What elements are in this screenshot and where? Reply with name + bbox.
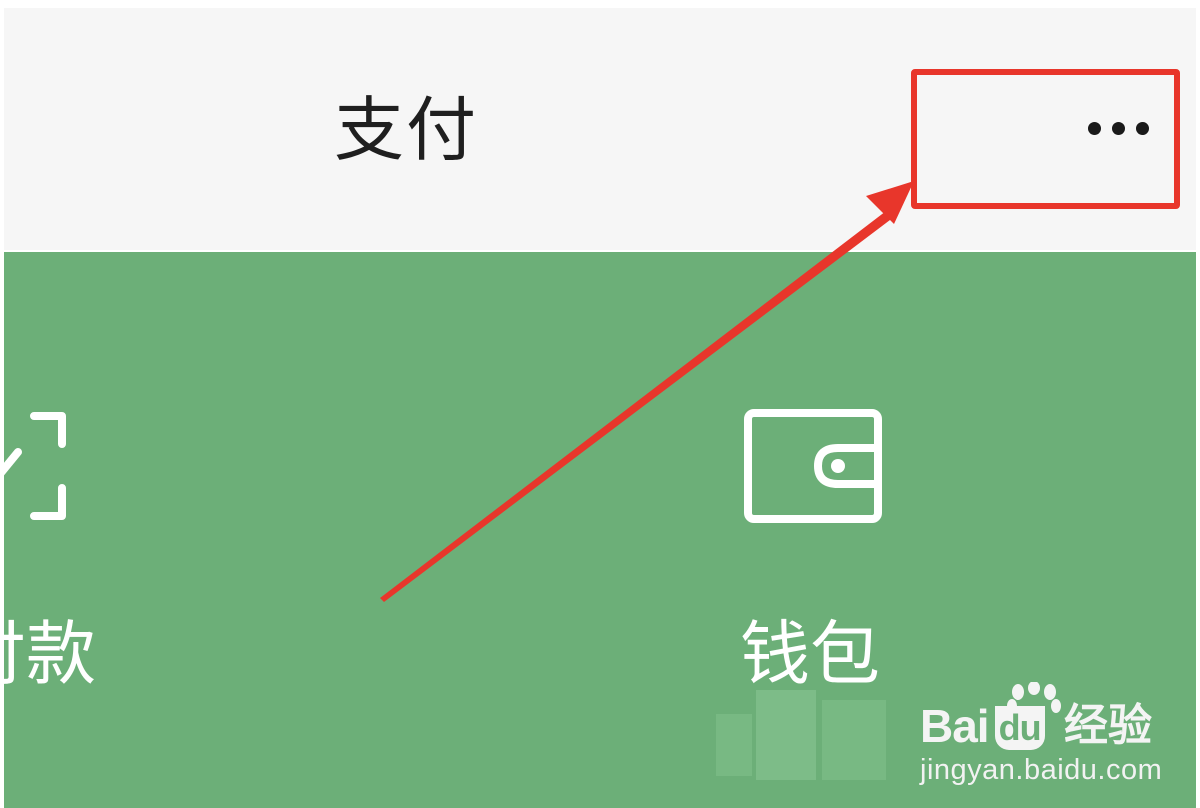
annotation-highlight-box (911, 69, 1180, 209)
watermark-url: jingyan.baidu.com (920, 754, 1163, 786)
watermark-brand: Bai du (920, 698, 1045, 754)
scan-frame-icon[interactable] (0, 408, 80, 524)
watermark-brand-du: du (994, 706, 1045, 750)
blurred-region (716, 690, 886, 780)
watermark-product: 经验 (1064, 700, 1152, 751)
wallet-label: 钱包 (740, 613, 880, 695)
watermark-brand-bai: Bai (920, 700, 990, 752)
screenshot-frame: 支付 付款 钱包 Baidu 经验 jingyan.baid (0, 0, 1200, 808)
wallet-icon[interactable] (742, 406, 884, 524)
page-title: 支付 (334, 89, 478, 171)
pay-label: 付款 (0, 613, 96, 695)
